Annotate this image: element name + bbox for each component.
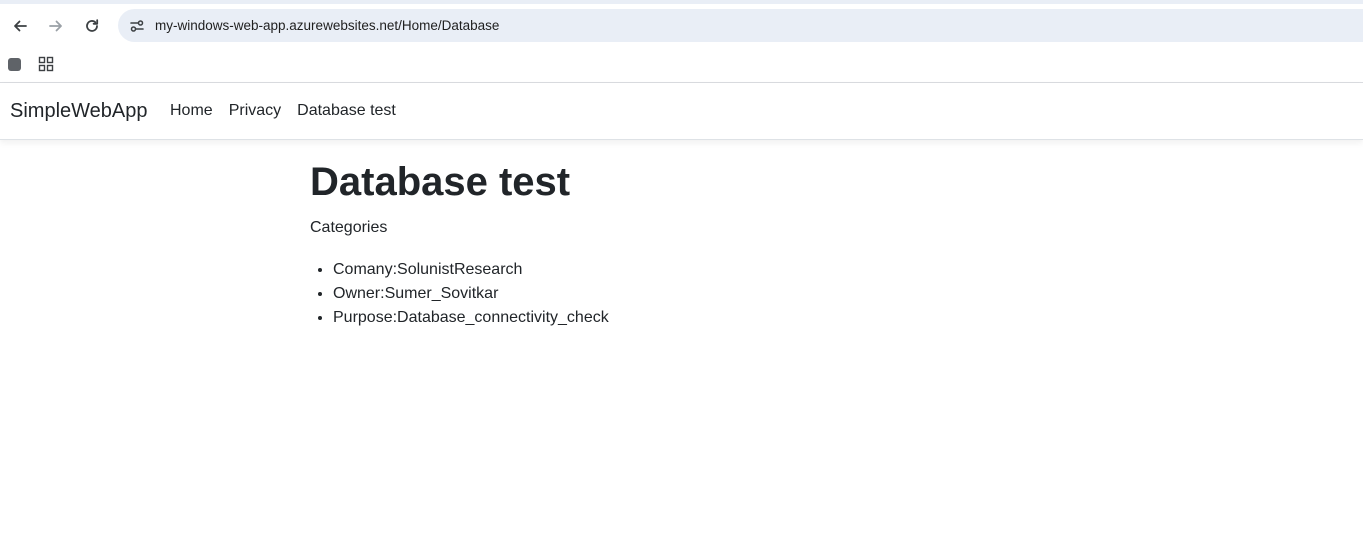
list-item: Owner:Sumer_Sovitkar <box>333 282 1070 306</box>
list-item: Comany:SolunistResearch <box>333 258 1070 282</box>
back-button[interactable] <box>6 12 34 40</box>
nav-link-home[interactable]: Home <box>170 102 213 120</box>
categories-label: Categories <box>310 219 388 236</box>
bookmarks-bar <box>0 46 1363 82</box>
tune-icon <box>129 19 144 32</box>
nav-link-database-test[interactable]: Database test <box>297 102 396 120</box>
reload-button[interactable] <box>78 12 106 40</box>
categories-list: Comany:SolunistResearch Owner:Sumer_Sovi… <box>310 258 1070 330</box>
brand-link[interactable]: SimpleWebApp <box>10 100 147 123</box>
address-bar[interactable]: my-windows-web-app.azurewebsites.net/Hom… <box>118 9 1363 42</box>
list-item: Purpose:Database_connectivity_check <box>333 306 1070 330</box>
arrow-right-icon <box>49 20 62 32</box>
main-content: Database test Categories Comany:Solunist… <box>310 158 1070 330</box>
site-info-button[interactable] <box>124 13 149 38</box>
url-text[interactable]: my-windows-web-app.azurewebsites.net/Hom… <box>155 18 499 33</box>
site-navbar: SimpleWebApp Home Privacy Database test <box>0 83 1363 140</box>
forward-button[interactable] <box>42 12 70 40</box>
arrow-left-icon <box>14 20 27 32</box>
tab-search-icon[interactable] <box>4 54 24 74</box>
nav-link-privacy[interactable]: Privacy <box>229 102 281 120</box>
apps-grid-icon[interactable] <box>36 54 56 74</box>
reload-icon <box>86 19 99 32</box>
page-title: Database test <box>310 160 571 204</box>
nav-links: Home Privacy Database test <box>170 102 412 120</box>
browser-toolbar: my-windows-web-app.azurewebsites.net/Hom… <box>0 4 1363 46</box>
